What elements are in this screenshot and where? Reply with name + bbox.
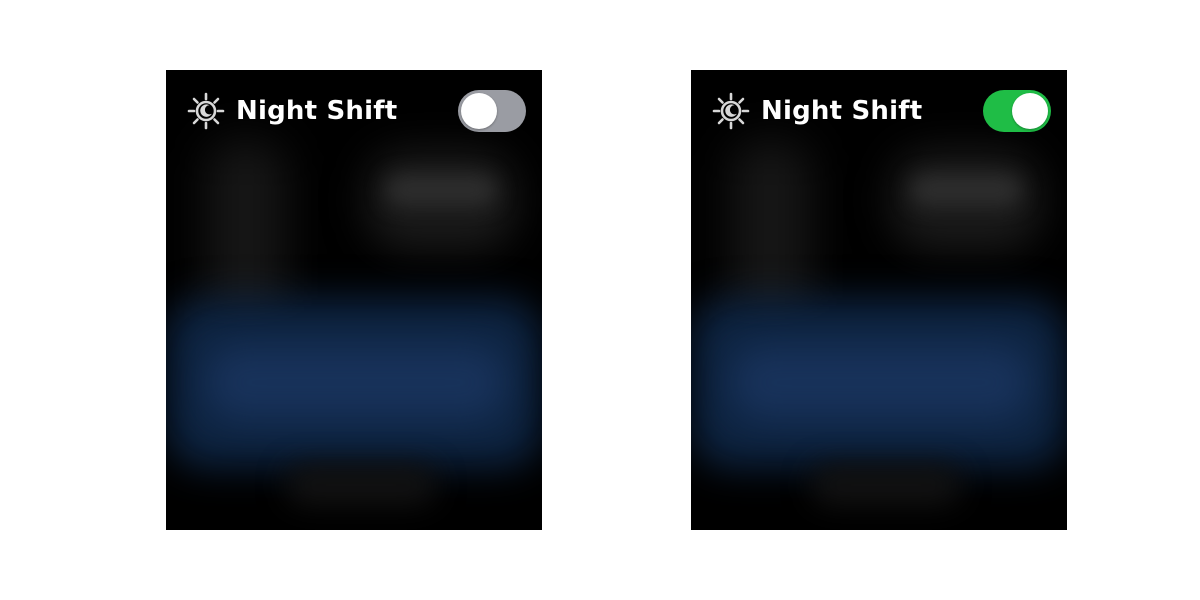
blurred-shape	[811, 465, 961, 505]
night-shift-title: Night Shift	[761, 96, 923, 126]
blurred-shape	[206, 140, 286, 340]
blurred-shape	[891, 150, 1041, 250]
night-shift-header: Night Shift	[186, 90, 526, 132]
blurred-background	[166, 70, 542, 530]
blurred-background	[691, 70, 1067, 530]
night-shift-icon	[711, 91, 751, 131]
blurred-shape	[286, 465, 436, 505]
blurred-blue-area	[166, 298, 542, 468]
toggle-knob	[461, 93, 497, 129]
blurred-blue-area	[206, 345, 506, 420]
comparison-stage: Night Shift Night Shift	[0, 0, 1200, 600]
night-shift-toggle[interactable]	[458, 90, 526, 132]
night-shift-title: Night Shift	[236, 96, 398, 126]
night-shift-icon	[186, 91, 226, 131]
blurred-shape	[366, 150, 516, 250]
night-shift-panel-on: Night Shift	[691, 70, 1067, 530]
night-shift-panel-off: Night Shift	[166, 70, 542, 530]
blurred-shape	[911, 175, 1021, 205]
night-shift-header: Night Shift	[711, 90, 1051, 132]
blurred-blue-area	[731, 345, 1031, 420]
blurred-shape	[731, 140, 811, 340]
blurred-blue-area	[691, 298, 1067, 468]
blurred-shape	[386, 175, 496, 205]
night-shift-toggle[interactable]	[983, 90, 1051, 132]
toggle-knob	[1012, 93, 1048, 129]
